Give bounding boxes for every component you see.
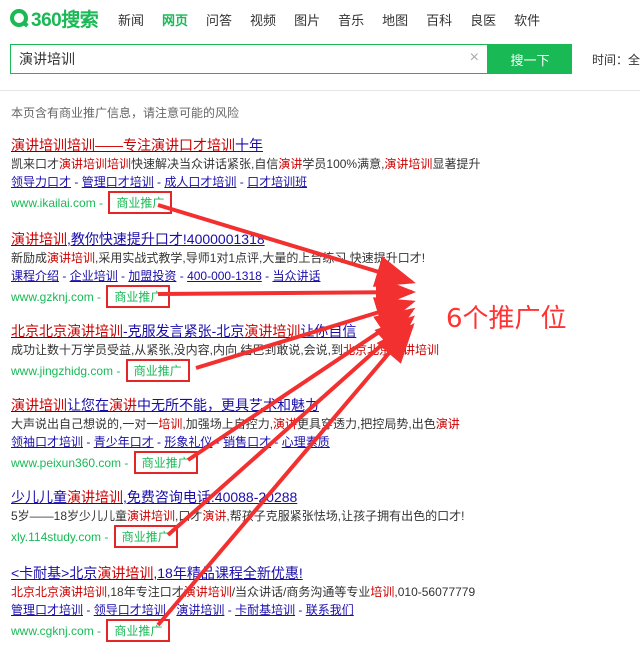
arrow <box>166 315 415 537</box>
arrow <box>195 297 416 370</box>
arrow <box>157 276 416 309</box>
arrow <box>186 307 416 462</box>
arrow <box>157 203 416 287</box>
arrow <box>156 322 415 627</box>
annotation-label: 6个推广位 <box>446 304 567 334</box>
